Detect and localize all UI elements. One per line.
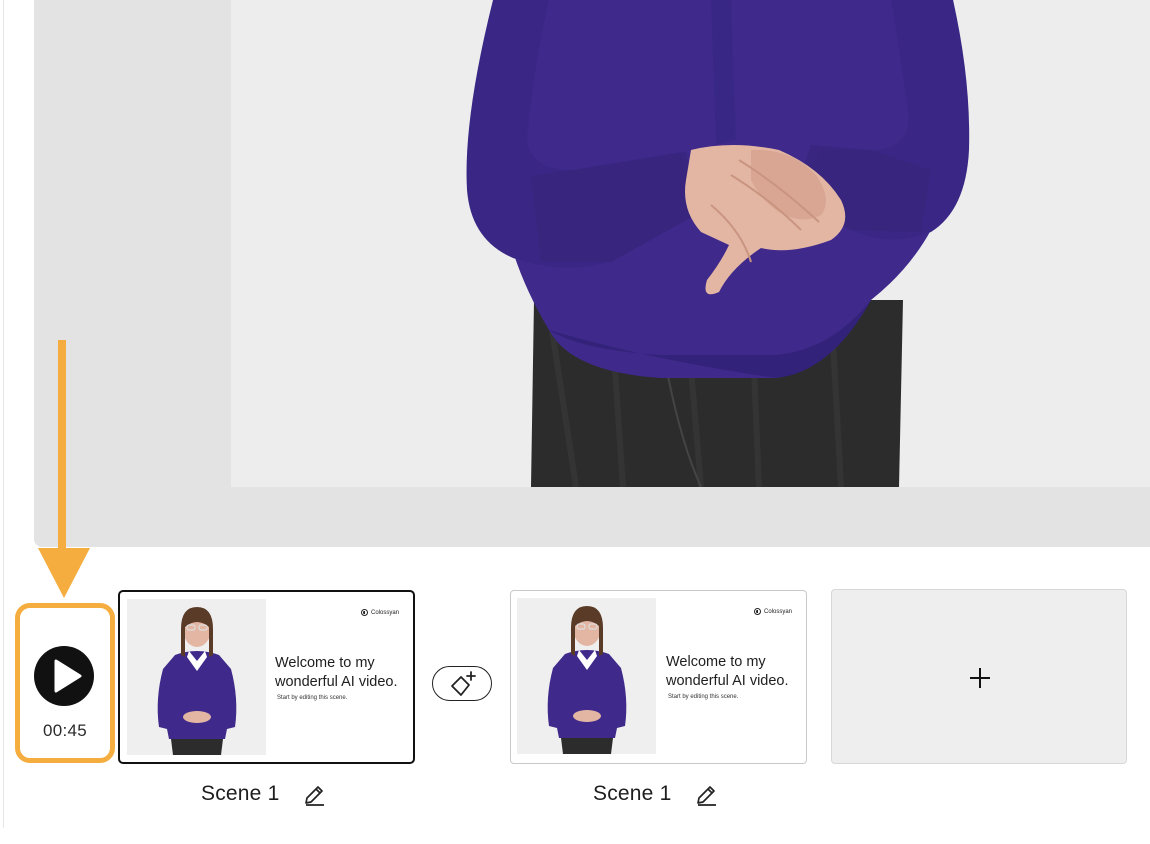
transition-button[interactable] [432,666,492,701]
video-editor: 00:45 Colossyan Welcome to my wonderful … [0,0,1150,844]
play-panel-highlight: 00:45 [15,603,115,763]
scene-subtitle: Start by editing this scene. [277,695,348,701]
play-icon [54,659,82,693]
add-scene-button[interactable] [831,589,1127,764]
brand-name: Colossyan [370,609,399,616]
plus-icon [970,668,990,688]
avatar-preview[interactable] [231,0,1150,487]
scene-card-2[interactable]: Colossyan Welcome to my wonderful AI vid… [510,590,807,764]
play-button[interactable] [34,646,94,706]
scene-name-1: Scene 1 [201,782,280,805]
pencil-icon[interactable] [302,783,326,807]
brand-logo: Colossyan [360,609,399,616]
scene-title: Welcome to my wonderful AI video. [275,655,398,690]
brand-mark-icon [753,608,761,615]
scene-subtitle: Start by editing this scene. [668,694,739,700]
pencil-icon[interactable] [694,783,718,807]
diamond-sparkle-icon [451,671,476,696]
brand-mark-icon [360,609,368,616]
brand-logo: Colossyan [753,608,792,615]
brand-name: Colossyan [763,608,792,615]
video-duration: 00:45 [42,721,88,740]
scene-thumbnail-avatar [127,599,266,755]
scene-name-2: Scene 1 [593,782,672,805]
scene-card-1[interactable]: Colossyan Welcome to my wonderful AI vid… [118,590,415,764]
canvas-stage[interactable] [231,0,1150,487]
scene-thumbnail-avatar [517,598,656,754]
canvas-frame [34,0,1150,547]
scene-title: Welcome to my wonderful AI video. [666,654,789,689]
panel-divider [3,0,4,828]
